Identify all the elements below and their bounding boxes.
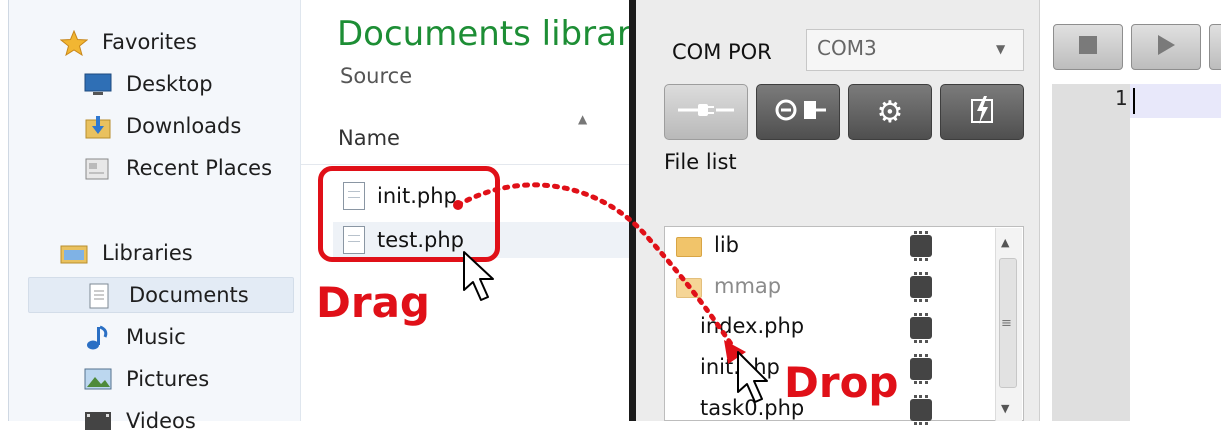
plug-icon bbox=[676, 100, 736, 124]
grip-icon: ≡ bbox=[1001, 316, 1012, 331]
drop-label: Drop bbox=[784, 358, 899, 407]
nav-documents-label: Documents bbox=[129, 283, 249, 307]
desktop-icon bbox=[84, 72, 112, 96]
nav-recent-places[interactable]: Recent Places bbox=[84, 150, 272, 186]
com-port-select[interactable]: COM3 bbox=[806, 29, 1024, 71]
nav-downloads-label: Downloads bbox=[126, 114, 242, 138]
nav-pictures[interactable]: Pictures bbox=[84, 361, 209, 397]
library-title: Documents librar bbox=[337, 14, 631, 54]
settings-button[interactable]: ⚙ bbox=[848, 84, 932, 140]
play-icon bbox=[1155, 33, 1177, 61]
next-button[interactable] bbox=[1209, 24, 1221, 70]
nav-desktop-label: Desktop bbox=[126, 72, 213, 96]
nav-libraries[interactable]: Libraries bbox=[60, 235, 193, 271]
pictures-icon bbox=[84, 367, 112, 391]
window-divider bbox=[629, 0, 636, 421]
drag-highlight-box bbox=[318, 166, 500, 262]
text-caret bbox=[1133, 88, 1135, 114]
flash-button[interactable] bbox=[940, 84, 1024, 140]
libraries-icon bbox=[60, 241, 88, 265]
plug-button[interactable] bbox=[664, 84, 748, 140]
nav-music-label: Music bbox=[126, 325, 186, 349]
nav-favorites-label: Favorites bbox=[102, 30, 197, 54]
star-icon bbox=[59, 29, 89, 57]
com-port-label: COM POR bbox=[672, 40, 772, 64]
file-list-item[interactable]: mmap bbox=[714, 274, 781, 298]
gear-icon: ⚙ bbox=[876, 94, 904, 130]
drag-label: Drag bbox=[316, 278, 430, 327]
stop-button[interactable] bbox=[1053, 24, 1123, 70]
chip-icon[interactable] bbox=[910, 272, 932, 302]
chip-icon[interactable] bbox=[910, 231, 932, 261]
nav-downloads[interactable]: Downloads bbox=[84, 108, 241, 144]
window-edge bbox=[0, 0, 9, 421]
nav-videos[interactable]: Videos bbox=[84, 403, 196, 439]
flash-chip-icon bbox=[967, 94, 997, 130]
music-icon bbox=[84, 325, 112, 350]
library-subtitle[interactable]: Source bbox=[340, 64, 412, 88]
nav-favorites[interactable]: Favorites bbox=[59, 24, 197, 60]
stop-icon bbox=[1077, 34, 1099, 60]
recent-places-icon bbox=[84, 156, 112, 180]
file-list-item[interactable]: index.php bbox=[700, 314, 804, 338]
scroll-up-icon[interactable]: ▲ bbox=[1001, 236, 1009, 249]
file-list-label: File list bbox=[664, 150, 737, 174]
downloads-folder-icon bbox=[84, 114, 112, 139]
nav-videos-label: Videos bbox=[126, 409, 196, 433]
explorer-sidebar bbox=[0, 0, 301, 421]
connect-icon bbox=[768, 97, 828, 127]
chip-icon[interactable] bbox=[910, 313, 932, 343]
sort-up-icon: ▲ bbox=[578, 112, 588, 126]
file-list-item[interactable]: init.php bbox=[700, 355, 780, 379]
documents-icon bbox=[87, 283, 115, 309]
nav-music[interactable]: Music bbox=[84, 319, 186, 355]
folder-icon bbox=[676, 278, 702, 298]
run-button[interactable] bbox=[1131, 24, 1201, 70]
line-gutter bbox=[1052, 84, 1130, 421]
current-line-highlight[interactable] bbox=[1130, 84, 1221, 118]
nav-desktop[interactable]: Desktop bbox=[84, 66, 213, 102]
nav-pictures-label: Pictures bbox=[126, 367, 210, 391]
nav-recent-places-label: Recent Places bbox=[126, 156, 273, 180]
chip-icon[interactable] bbox=[910, 395, 932, 425]
chevron-down-icon[interactable]: ▼ bbox=[996, 42, 1005, 56]
connect-button[interactable] bbox=[756, 84, 840, 140]
nav-libraries-label: Libraries bbox=[102, 241, 193, 265]
nav-documents[interactable]: Documents bbox=[28, 277, 294, 313]
file-list-item[interactable]: lib bbox=[714, 233, 739, 257]
line-number: 1 bbox=[1115, 86, 1128, 110]
column-name-header[interactable]: Name bbox=[338, 126, 400, 150]
chip-icon[interactable] bbox=[910, 354, 932, 384]
videos-icon bbox=[84, 409, 112, 433]
scroll-down-icon[interactable]: ▼ bbox=[1001, 402, 1009, 415]
folder-icon bbox=[676, 237, 702, 257]
